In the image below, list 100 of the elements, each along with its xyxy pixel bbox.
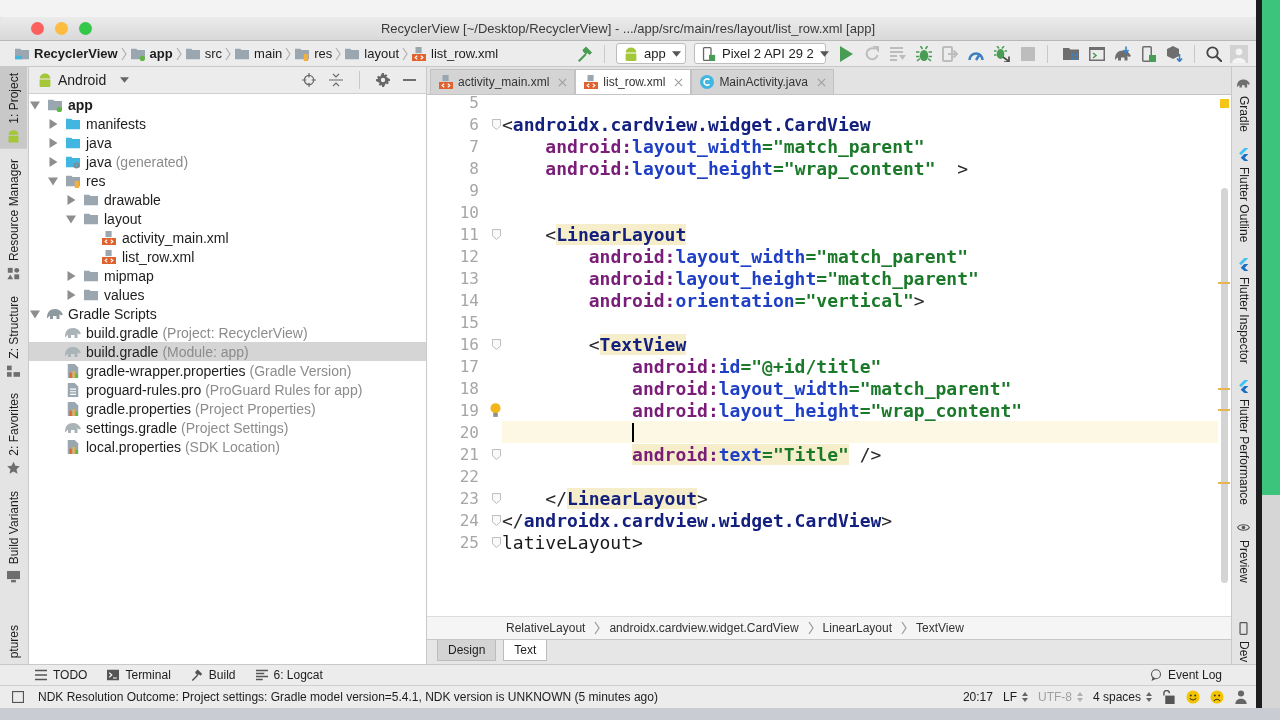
disclosure-triangle-icon[interactable]: [48, 137, 58, 148]
bug-icon[interactable]: [916, 45, 932, 62]
disclosure-triangle-icon[interactable]: [48, 156, 58, 167]
tool-window-tab[interactable]: Flutter Outline: [1232, 146, 1255, 245]
fold-marker-icon[interactable]: [492, 118, 501, 130]
disclosure-triangle-icon[interactable]: [66, 213, 76, 224]
square-icon[interactable]: [12, 691, 24, 703]
collapse-icon[interactable]: [329, 73, 343, 87]
tree-item[interactable]: mipmap: [29, 266, 426, 285]
tree-item[interactable]: Gradle Scripts: [29, 304, 426, 323]
tool-window-tab[interactable]: Flutter Performance: [1232, 378, 1255, 508]
tool-window-tab[interactable]: Build Variants: [0, 485, 27, 590]
search-icon[interactable]: [1206, 45, 1222, 62]
chevron-icon: [335, 46, 342, 61]
disclosure-triangle-icon[interactable]: [66, 194, 76, 205]
tree-item[interactable]: java: [29, 133, 426, 152]
file-tab[interactable]: list_row.xml: [575, 69, 692, 94]
folder-grid-icon[interactable]: [1063, 45, 1079, 62]
disclosure-triangle-icon[interactable]: [48, 175, 58, 186]
project-view-dropdown[interactable]: Android: [38, 72, 130, 88]
lightbulb-icon[interactable]: [490, 403, 501, 417]
disclosure-triangle-icon[interactable]: [30, 308, 40, 319]
settings-icon[interactable]: [376, 73, 390, 87]
tree-item[interactable]: layout: [29, 209, 426, 228]
tool-window-button[interactable]: 6: Logcat: [255, 668, 323, 682]
tool-window-tab[interactable]: Gradle: [1232, 75, 1255, 135]
breadcrumb-item[interactable]: androidx.cardview.widget.CardView: [609, 621, 799, 635]
fold-marker-icon[interactable]: [492, 448, 501, 460]
breadcrumb-item[interactable]: res: [294, 46, 333, 61]
tool-window-tab[interactable]: ptures: [0, 618, 27, 664]
breadcrumb-item[interactable]: app: [129, 46, 173, 61]
fold-marker-icon[interactable]: [492, 514, 501, 526]
breadcrumb-item[interactable]: layout: [344, 46, 400, 61]
breadcrumb-item[interactable]: TextView: [916, 621, 964, 635]
window-prompt-icon[interactable]: [1089, 45, 1105, 62]
close-icon[interactable]: [816, 77, 826, 87]
tree-item[interactable]: drawable: [29, 190, 426, 209]
tree-item[interactable]: values: [29, 285, 426, 304]
run-configuration-dropdown[interactable]: app: [616, 43, 686, 64]
smile-icon[interactable]: [1186, 690, 1200, 704]
window-close-button[interactable]: [31, 22, 44, 35]
tool-window-button[interactable]: Terminal: [107, 668, 171, 682]
fold-marker-icon[interactable]: [492, 536, 501, 548]
tool-window-button[interactable]: Build: [190, 668, 236, 682]
crosshair-icon[interactable]: [302, 73, 316, 87]
tree-item[interactable]: proguard-rules.pro (ProGuard Rules for app): [29, 380, 426, 399]
tree-item[interactable]: build.gradle (Project: RecyclerView): [29, 323, 426, 342]
tree-item[interactable]: build.gradle (Module: app): [29, 342, 426, 361]
tool-window-tab[interactable]: Dev: [1232, 619, 1255, 664]
play-icon[interactable]: [838, 45, 854, 62]
tree-item[interactable]: manifests: [29, 114, 426, 133]
breadcrumb-item[interactable]: RecyclerView: [14, 46, 118, 61]
editor-mode-tab[interactable]: Text: [503, 640, 548, 661]
tool-window-tab[interactable]: 2: Favorites: [0, 387, 27, 482]
fold-marker-icon[interactable]: [492, 228, 501, 240]
tree-item[interactable]: local.properties (SDK Location): [29, 437, 426, 456]
status-dropdown[interactable]: LF: [1002, 690, 1028, 704]
editor-mode-tab[interactable]: Design: [437, 640, 497, 661]
breadcrumb-item[interactable]: LinearLayout: [822, 621, 892, 635]
tool-window-button[interactable]: TODO: [35, 668, 88, 682]
tree-item[interactable]: gradle.properties (Project Properties): [29, 399, 426, 418]
tree-item[interactable]: res: [29, 171, 426, 190]
fold-marker-icon[interactable]: [492, 338, 501, 350]
breadcrumb-item[interactable]: list_row.xml: [411, 46, 499, 61]
breadcrumb-item[interactable]: src: [184, 46, 223, 61]
elephant-arrow-icon[interactable]: [1115, 45, 1131, 62]
tree-item[interactable]: gradle-wrapper.properties (Gradle Version): [29, 361, 426, 380]
status-dropdown[interactable]: 4 spaces: [1092, 690, 1152, 704]
lock-icon[interactable]: [1162, 690, 1176, 704]
file-tab[interactable]: activity_main.xml: [430, 69, 576, 94]
tool-window-tab[interactable]: Flutter Inspector: [1232, 256, 1255, 367]
file-tab[interactable]: MainActivity.java: [691, 69, 834, 94]
tree-item[interactable]: activity_main.xml: [29, 228, 426, 247]
breadcrumb-item[interactable]: main: [234, 46, 283, 61]
disclosure-triangle-icon[interactable]: [30, 99, 40, 110]
tree-item[interactable]: settings.gradle (Project Settings): [29, 418, 426, 437]
tool-window-tab[interactable]: Z: Structure: [0, 289, 27, 384]
disclosure-triangle-icon[interactable]: [66, 289, 76, 300]
bug-arrow-icon[interactable]: [994, 45, 1010, 62]
module-folder-icon: [47, 97, 63, 112]
tool-window-tab[interactable]: Resource Manager: [0, 152, 27, 286]
hammer-icon[interactable]: [577, 45, 593, 62]
frown-icon[interactable]: [1210, 690, 1224, 704]
tree-item[interactable]: app: [29, 95, 426, 114]
tree-item[interactable]: list_row.xml: [29, 247, 426, 266]
close-icon[interactable]: [674, 77, 684, 87]
disclosure-triangle-icon[interactable]: [66, 270, 76, 281]
fold-marker-icon[interactable]: [492, 492, 501, 504]
tool-window-tab[interactable]: Preview: [1232, 519, 1255, 585]
device-badge-icon[interactable]: [1141, 45, 1157, 62]
tool-window-tab[interactable]: 1: Project: [0, 67, 27, 149]
tool-window-button[interactable]: Event Log: [1149, 668, 1222, 682]
close-icon[interactable]: [558, 77, 568, 87]
breadcrumb-item[interactable]: RelativeLayout: [506, 621, 586, 635]
device-dropdown[interactable]: Pixel 2 API 29 2: [694, 43, 826, 64]
window-zoom-button[interactable]: [79, 22, 92, 35]
tree-item[interactable]: java (generated): [29, 152, 426, 171]
cube-arrow-icon[interactable]: [1167, 45, 1183, 62]
disclosure-triangle-icon[interactable]: [48, 118, 58, 129]
person-icon[interactable]: [1234, 690, 1248, 704]
